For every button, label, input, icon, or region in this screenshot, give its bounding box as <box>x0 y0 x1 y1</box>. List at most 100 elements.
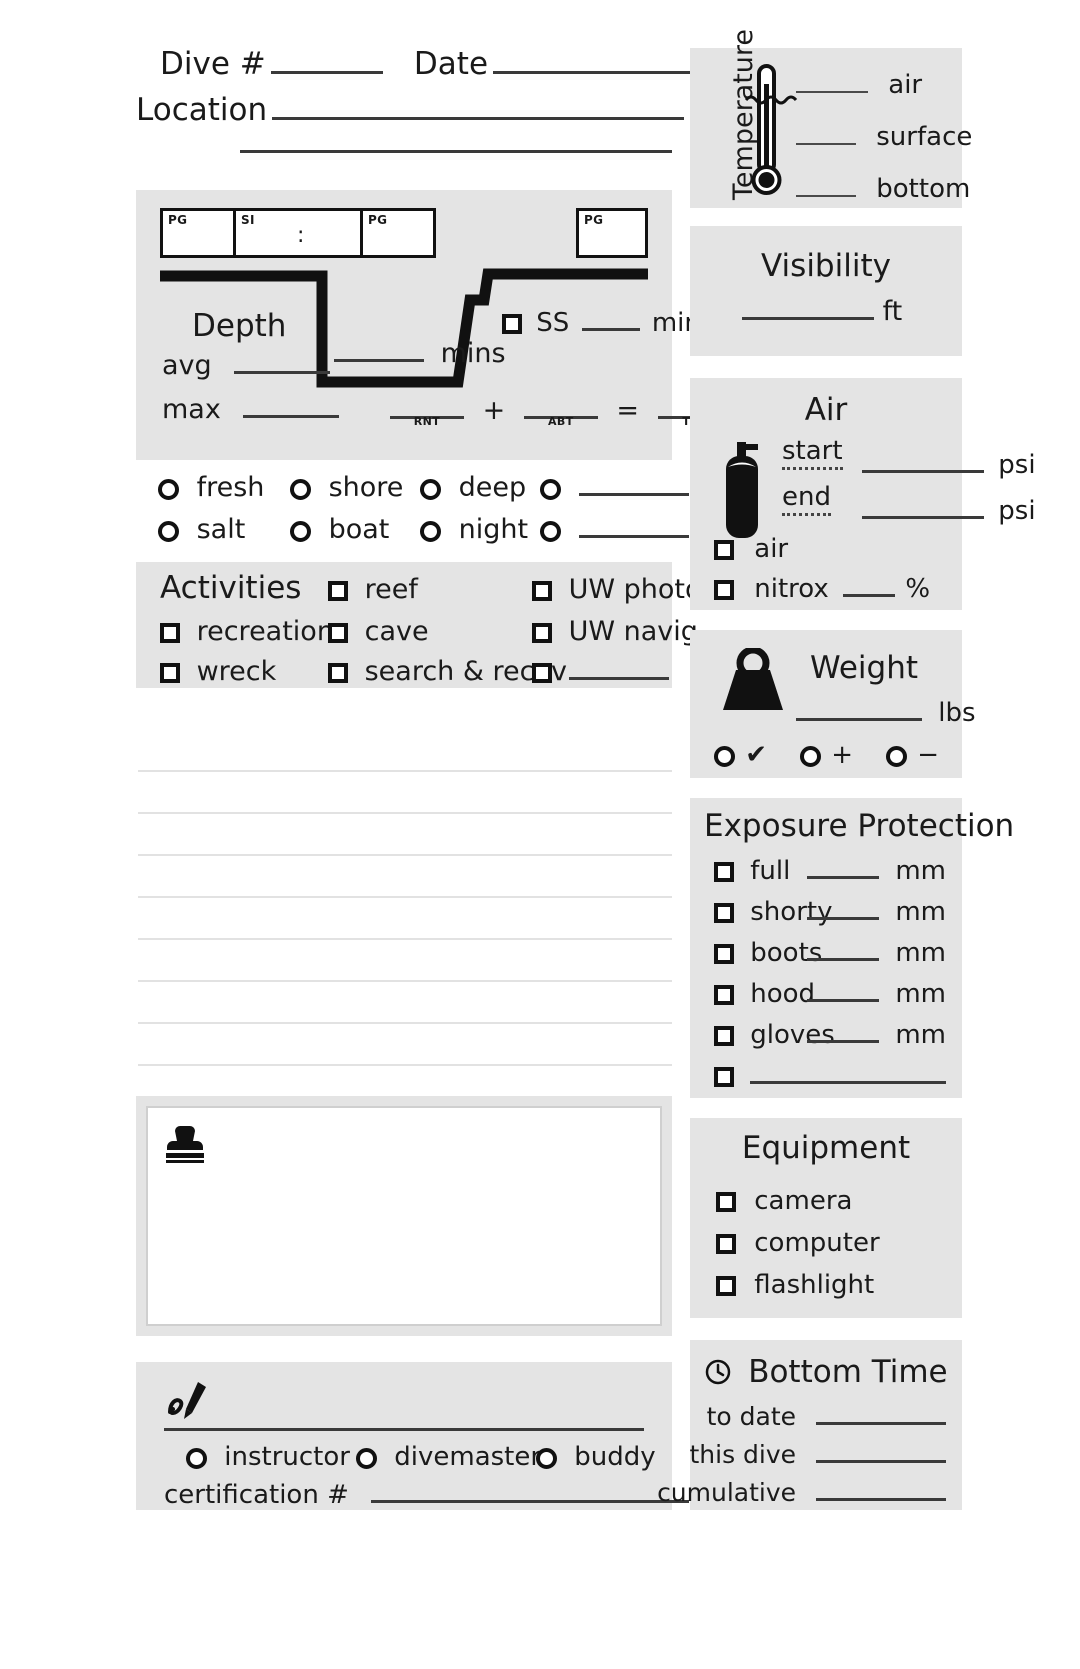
exposure-gloves-input[interactable] <box>807 1040 880 1043</box>
bottom-time-to-date-input[interactable] <box>816 1422 946 1425</box>
condition-night[interactable]: night <box>420 514 528 545</box>
notes-line[interactable] <box>138 940 672 982</box>
exposure-row-hood[interactable]: hood mm <box>714 979 946 1009</box>
exposure-row-boots[interactable]: boots mm <box>714 938 946 968</box>
checkbox-hood-icon[interactable] <box>714 985 734 1005</box>
checkbox-uw-navig-icon[interactable] <box>532 623 552 643</box>
checkbox-activity-other-icon[interactable] <box>532 663 552 683</box>
notes-line[interactable] <box>138 856 672 898</box>
checkbox-flashlight-icon[interactable] <box>716 1276 736 1296</box>
exposure-row-full[interactable]: full mm <box>714 856 946 886</box>
radio-weight-plus-icon[interactable] <box>800 746 821 767</box>
condition-fresh[interactable]: fresh <box>158 472 264 503</box>
radio-salt-icon[interactable] <box>158 521 179 542</box>
radio-deep-icon[interactable] <box>420 479 441 500</box>
visibility-input[interactable] <box>742 317 874 320</box>
equipment-row-flashlight[interactable]: flashlight <box>716 1270 874 1300</box>
weight-option-plus[interactable]: + <box>800 740 853 770</box>
role-instructor[interactable]: instructor <box>186 1442 350 1472</box>
bottom-mins-input[interactable] <box>334 359 424 362</box>
notes-line[interactable] <box>138 1024 672 1066</box>
radio-boat-icon[interactable] <box>290 521 311 542</box>
checkbox-search-recov-icon[interactable] <box>328 663 348 683</box>
notes-line[interactable] <box>138 730 672 772</box>
radio-weight-ok-icon[interactable] <box>714 746 735 767</box>
radio-night-icon[interactable] <box>420 521 441 542</box>
notes-line[interactable] <box>138 898 672 940</box>
radio-divemaster-icon[interactable] <box>356 1448 377 1469</box>
condition-other-2-input[interactable] <box>578 535 689 538</box>
notes-line[interactable] <box>138 982 672 1024</box>
condition-other-1-input[interactable] <box>578 493 689 496</box>
role-divemaster[interactable]: divemaster <box>356 1442 541 1472</box>
radio-instructor-icon[interactable] <box>186 1448 207 1469</box>
signature-line[interactable] <box>164 1428 644 1431</box>
bottom-time-this-dive-input[interactable] <box>816 1460 946 1463</box>
activity-cave[interactable]: cave <box>328 616 429 647</box>
notes-line[interactable] <box>138 814 672 856</box>
checkbox-nitrox-icon[interactable] <box>714 580 734 600</box>
checkbox-full-icon[interactable] <box>714 862 734 882</box>
depth-max-input[interactable] <box>243 415 340 418</box>
bottom-time-cumulative-input[interactable] <box>816 1498 946 1501</box>
stamp-area[interactable] <box>146 1106 662 1326</box>
checkbox-computer-icon[interactable] <box>716 1234 736 1254</box>
air-mix-air[interactable]: air <box>714 534 788 564</box>
checkbox-boots-icon[interactable] <box>714 944 734 964</box>
weight-option-minus[interactable]: − <box>886 740 939 770</box>
checkbox-exposure-other-icon[interactable] <box>714 1067 734 1087</box>
exposure-hood-input[interactable] <box>807 999 880 1002</box>
activity-reef[interactable]: reef <box>328 574 418 605</box>
safety-stop-mins-input[interactable] <box>581 328 640 331</box>
radio-weight-minus-icon[interactable] <box>886 746 907 767</box>
certification-input[interactable] <box>371 1500 690 1503</box>
activity-other-input[interactable] <box>568 677 669 680</box>
temp-air-input[interactable] <box>796 91 868 93</box>
condition-deep[interactable]: deep <box>420 472 526 503</box>
condition-other-1[interactable] <box>540 472 689 503</box>
exposure-row-gloves[interactable]: gloves mm <box>714 1020 946 1050</box>
condition-other-2[interactable] <box>540 514 689 545</box>
exposure-row-shorty[interactable]: shorty mm <box>714 897 946 927</box>
checkbox-gloves-icon[interactable] <box>714 1026 734 1046</box>
radio-buddy-icon[interactable] <box>536 1448 557 1469</box>
weight-option-ok[interactable]: ✔ <box>714 740 767 770</box>
weight-input[interactable] <box>796 718 922 721</box>
checkbox-cave-icon[interactable] <box>328 623 348 643</box>
location-input[interactable] <box>272 117 685 120</box>
safety-stop-checkbox[interactable] <box>502 314 522 334</box>
condition-salt[interactable]: salt <box>158 514 245 545</box>
condition-shore[interactable]: shore <box>290 472 403 503</box>
dive-number-input[interactable] <box>270 71 383 74</box>
notes-line[interactable] <box>138 772 672 814</box>
activity-uw-photo[interactable]: UW photo <box>532 574 702 605</box>
exposure-shorty-input[interactable] <box>807 917 880 920</box>
air-end-input[interactable] <box>862 516 984 519</box>
exposure-boots-input[interactable] <box>807 958 880 961</box>
checkbox-camera-icon[interactable] <box>716 1192 736 1212</box>
checkbox-recreation-icon[interactable] <box>160 623 180 643</box>
checkbox-shorty-icon[interactable] <box>714 903 734 923</box>
radio-fresh-icon[interactable] <box>158 479 179 500</box>
condition-boat[interactable]: boat <box>290 514 389 545</box>
checkbox-reef-icon[interactable] <box>328 581 348 601</box>
activity-uw-navig[interactable]: UW navig <box>532 616 698 647</box>
radio-other-1-icon[interactable] <box>540 479 561 500</box>
activity-wreck[interactable]: wreck <box>160 656 276 687</box>
depth-avg-input[interactable] <box>234 371 331 374</box>
exposure-row-other[interactable] <box>714 1061 947 1091</box>
exposure-other-input[interactable] <box>750 1081 947 1084</box>
activity-recreation[interactable]: recreation <box>160 616 334 647</box>
checkbox-air-icon[interactable] <box>714 540 734 560</box>
role-buddy[interactable]: buddy <box>536 1442 656 1472</box>
temp-surface-input[interactable] <box>796 143 856 145</box>
air-mix-nitrox[interactable]: nitrox % <box>714 574 930 604</box>
radio-other-2-icon[interactable] <box>540 521 561 542</box>
exposure-full-input[interactable] <box>807 876 880 879</box>
activity-other[interactable] <box>532 656 669 687</box>
notes-lines[interactable] <box>138 730 672 1108</box>
nitrox-percent-input[interactable] <box>843 594 896 597</box>
location-input-2[interactable] <box>240 150 672 153</box>
radio-shore-icon[interactable] <box>290 479 311 500</box>
temp-bottom-input[interactable] <box>796 195 856 197</box>
